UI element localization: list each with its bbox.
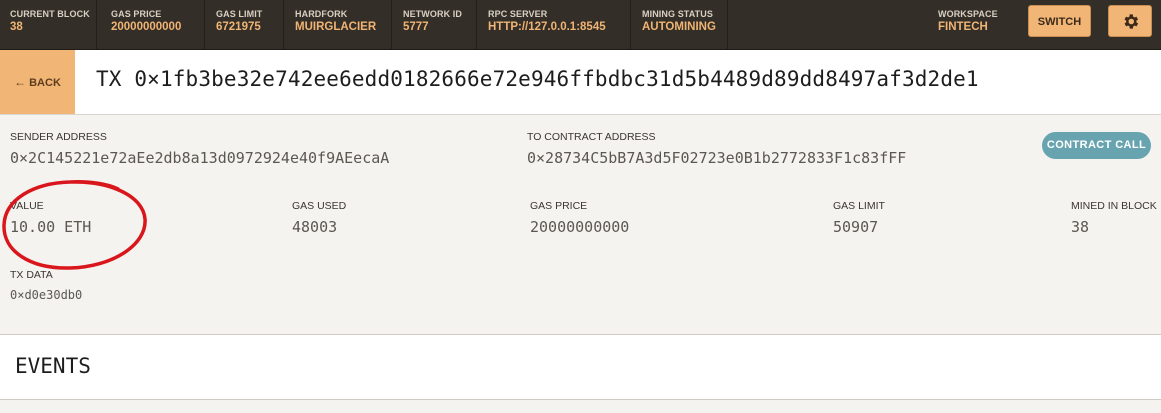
transaction-header: ← BACK TX 0×1fb3be32e742ee6edd0182666e72e…	[0, 50, 1161, 115]
mined-in-block-value: 38	[1071, 218, 1090, 236]
stat-gas-limit: GAS LIMIT 6721975	[206, 0, 284, 49]
stat-label: NETWORK ID	[403, 9, 462, 19]
gas-price-field: GAS PRICE 20000000000	[530, 200, 629, 236]
stat-value: 20000000000	[111, 21, 182, 33]
gas-price-label: GAS PRICE	[530, 200, 588, 212]
stat-label: GAS LIMIT	[216, 9, 263, 19]
back-button[interactable]: ← BACK	[0, 50, 75, 114]
to-contract-address-value: 0×28734C5bB7A3d5F02723e0B1b2772833F1c83f…	[527, 149, 907, 167]
status-bar: CURRENT BLOCK 38 GAS PRICE 20000000000 G…	[0, 0, 1161, 51]
sender-address-field: SENDER ADDRESS 0×2C145221e72aEe2db8a13d0…	[10, 131, 389, 167]
mined-in-block-label: MINED IN BLOCK	[1071, 200, 1157, 212]
gas-used-field: GAS USED 48003	[292, 200, 346, 236]
gas-used-label: GAS USED	[292, 200, 347, 212]
stat-label: HARDFORK	[295, 9, 348, 19]
contract-call-badge: CONTRACT CALL	[1042, 132, 1151, 159]
arrow-left-icon: ←	[14, 75, 27, 89]
stat-value: 5777	[403, 21, 429, 33]
gas-price-value: 20000000000	[530, 218, 630, 236]
events-section: EVENTS	[0, 334, 1161, 400]
stat-network-id: NETWORK ID 5777	[393, 0, 477, 49]
stat-label: RPC SERVER	[488, 9, 548, 19]
stat-value: HTTP://127.0.0.1:8545	[488, 21, 606, 33]
sender-address-label: SENDER ADDRESS	[10, 131, 107, 143]
sender-address-value: 0×2C145221e72aEe2db8a13d0972924e40f9AEec…	[10, 149, 390, 167]
stat-value: 38	[10, 21, 23, 33]
stat-value: 6721975	[216, 21, 261, 33]
to-contract-address-label: TO CONTRACT ADDRESS	[527, 131, 656, 143]
page-title: TX 0×1fb3be32e742ee6edd0182666e72e946ffb…	[96, 67, 979, 91]
stat-value: AUTOMINING	[642, 21, 716, 33]
stat-label: WORKSPACE	[938, 9, 998, 19]
stat-gas-price: GAS PRICE 20000000000	[101, 0, 205, 49]
tx-data-field: TX DATA 0×d0e30db0	[10, 269, 82, 304]
gas-used-value: 48003	[292, 218, 338, 236]
gear-icon	[1124, 14, 1139, 29]
back-label: BACK	[29, 77, 61, 89]
gas-limit-label: GAS LIMIT	[833, 200, 885, 212]
mined-in-block-field: MINED IN BLOCK 38	[1071, 200, 1157, 236]
stat-label: MINING STATUS	[642, 9, 713, 19]
events-heading: EVENTS	[15, 354, 91, 378]
to-contract-address-field: TO CONTRACT ADDRESS 0×28734C5bB7A3d5F027…	[527, 131, 906, 167]
stat-value: MUIRGLACIER	[295, 21, 377, 33]
gas-limit-value: 50907	[833, 218, 879, 236]
stat-hardfork: HARDFORK MUIRGLACIER	[285, 0, 392, 49]
stat-workspace: WORKSPACE FINTECH	[928, 0, 1018, 49]
stat-label: GAS PRICE	[111, 9, 162, 19]
stat-mining-status: MINING STATUS AUTOMINING	[632, 0, 728, 49]
stat-rpc-server: RPC SERVER HTTP://127.0.0.1:8545	[478, 0, 631, 49]
transaction-details: SENDER ADDRESS 0×2C145221e72aEe2db8a13d0…	[0, 115, 1161, 334]
tx-data-value: 0×d0e30db0	[10, 288, 83, 302]
stat-label: CURRENT BLOCK	[10, 9, 90, 19]
stat-current-block: CURRENT BLOCK 38	[0, 0, 97, 49]
stat-value: FINTECH	[938, 21, 988, 33]
annotation-circle	[2, 180, 147, 270]
gas-limit-field: GAS LIMIT 50907	[833, 200, 885, 236]
settings-button[interactable]	[1108, 5, 1152, 37]
switch-workspace-button[interactable]: SWITCH	[1028, 5, 1091, 37]
